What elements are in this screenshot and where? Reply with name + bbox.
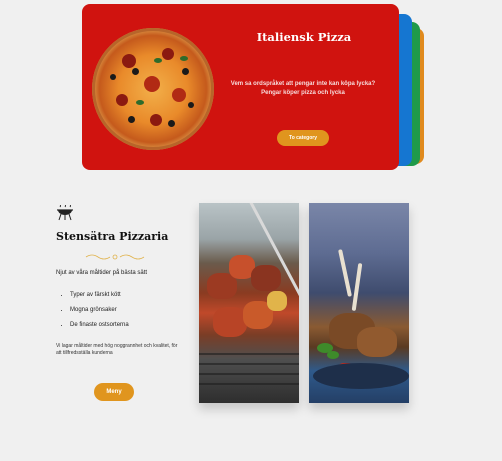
grill-icon <box>57 205 73 221</box>
feature-item: Typer av färskt kött <box>70 288 129 303</box>
feature-item: Mogna grönsaker <box>70 303 129 318</box>
flourish-divider <box>85 254 145 260</box>
intro-text: Njut av våra måltider på bästa sätt <box>56 270 148 276</box>
feature-list: Typer av färskt kött Mogna grönsaker De … <box>56 288 129 333</box>
restaurant-name: Stensätra Pizzaria <box>56 230 169 243</box>
to-category-button[interactable]: To category <box>277 130 329 146</box>
menu-button[interactable]: Meny <box>94 383 134 401</box>
pizza-image <box>92 28 214 150</box>
feature-item: De finaste ostsorterna <box>70 318 129 333</box>
quality-note: Vi lagar måltider med hög noggrannhet oc… <box>56 343 178 356</box>
card-title: Italiensk Pizza <box>256 30 352 44</box>
category-card-italiensk-pizza[interactable]: Italiensk Pizza Vem sa ordspråket att pe… <box>82 4 399 170</box>
card-description: Vem sa ordspråket att pengar inte kan kö… <box>230 81 376 96</box>
lamb-chops-photo <box>309 203 409 403</box>
kebab-photo <box>199 203 299 403</box>
category-card-carousel[interactable]: › Italiensk Pizza Vem sa ordspråket att … <box>82 4 427 174</box>
